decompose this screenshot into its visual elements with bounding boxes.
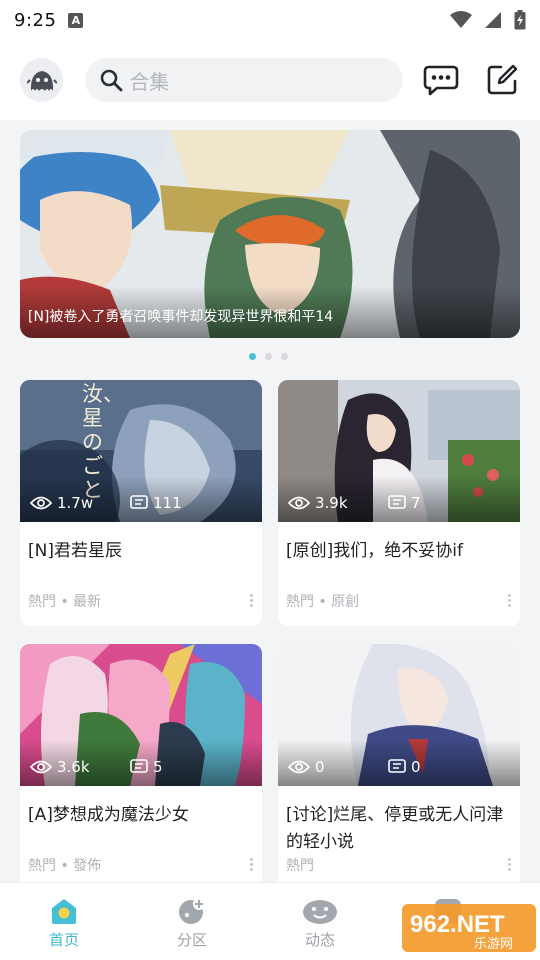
- search-placeholder: 合集: [129, 69, 170, 94]
- edit-icon: [487, 64, 518, 95]
- comments-stat: 5: [130, 758, 163, 776]
- top-header: 合集: [0, 40, 540, 120]
- comments-count: 7: [411, 494, 421, 512]
- card-cover: 0 0: [278, 644, 520, 786]
- comment-icon: [130, 495, 148, 509]
- card-tags: 熱門: [286, 858, 314, 874]
- carousel-dot[interactable]: [265, 353, 272, 360]
- card-title: [A]梦想成为魔法少女: [28, 805, 189, 825]
- category-icon: [179, 898, 205, 924]
- eye-icon: [288, 760, 310, 774]
- notification-a-icon: A: [68, 12, 84, 28]
- compose-button[interactable]: [485, 62, 520, 98]
- card-stats: 3.9k 7: [288, 494, 510, 512]
- comments-stat: 111: [130, 494, 182, 512]
- card-stats: 1.7w 111: [30, 494, 252, 512]
- card-title: [N]君若星辰: [28, 541, 122, 561]
- comments-stat: 7: [388, 494, 421, 512]
- status-bar: 9:25 A: [0, 0, 540, 40]
- nav-category[interactable]: 分区: [128, 883, 256, 960]
- search-input[interactable]: 合集: [85, 58, 403, 102]
- more-options-icon[interactable]: [250, 858, 254, 871]
- views-count: 3.6k: [57, 758, 90, 776]
- nav-home[interactable]: 首页: [0, 883, 128, 960]
- carousel-dot[interactable]: [249, 353, 256, 360]
- more-options-icon[interactable]: [508, 594, 512, 607]
- eye-icon: [288, 496, 310, 510]
- card-cover: 3.9k 7: [278, 380, 520, 522]
- status-icons: [450, 10, 526, 30]
- search-icon: [101, 69, 123, 92]
- card-meta: 熱門 • 最新: [20, 592, 262, 626]
- ghost-avatar-icon: [26, 71, 57, 91]
- card-title: [原创]我们，绝不妥协if: [286, 541, 463, 561]
- views-stat: 0: [288, 758, 388, 776]
- nav-feed[interactable]: 动态: [256, 883, 384, 960]
- messages-button[interactable]: [423, 62, 459, 98]
- banner-carousel[interactable]: [N]被卷入了勇者召唤事件却发现异世界很和平14: [20, 130, 520, 338]
- site-watermark: 962.NET 乐游网: [402, 904, 536, 952]
- signal-icon: [485, 12, 501, 28]
- wifi-icon: [450, 11, 472, 28]
- comments-stat: 0: [388, 758, 421, 776]
- views-stat: 1.7w: [30, 494, 130, 512]
- watermark-logo-icon: 962.NET 乐游网: [402, 904, 536, 952]
- views-count: 3.9k: [315, 494, 348, 512]
- comments-count: 111: [153, 494, 182, 512]
- chat-bubble-icon: [423, 65, 458, 96]
- post-card[interactable]: 3.9k 7 [原创]我们，绝不妥协if 熱門 • 原創: [278, 380, 520, 626]
- avatar[interactable]: [20, 58, 64, 102]
- nav-label: 动态: [304, 931, 335, 949]
- card-tags: 熱門 • 發佈: [28, 858, 102, 874]
- card-cover: 3.6k 5: [20, 644, 262, 786]
- post-card[interactable]: 3.6k 5 [A]梦想成为魔法少女 熱門 • 發佈: [20, 644, 262, 890]
- nav-label: 首页: [48, 931, 79, 949]
- more-options-icon[interactable]: [250, 594, 254, 607]
- card-stats: 3.6k 5: [30, 758, 252, 776]
- post-card[interactable]: 0 0 [讨论]烂尾、停更或无人问津的轻小说 熱門: [278, 644, 520, 890]
- card-meta: 熱門 • 原創: [278, 592, 520, 626]
- comment-icon: [388, 759, 406, 773]
- home-icon: [52, 899, 76, 924]
- views-stat: 3.9k: [288, 494, 388, 512]
- eye-icon: [30, 760, 52, 774]
- comments-count: 0: [411, 758, 421, 776]
- card-stats: 0 0: [288, 758, 510, 776]
- carousel-dot[interactable]: [281, 353, 288, 360]
- card-tags: 熱門 • 原創: [286, 594, 360, 610]
- battery-icon: [514, 10, 526, 30]
- comment-icon: [388, 495, 406, 509]
- card-title: [讨论]烂尾、停更或无人问津的轻小说: [286, 805, 504, 852]
- nav-label: 分区: [176, 931, 207, 949]
- comments-count: 5: [153, 758, 163, 776]
- carousel-indicator: [249, 353, 288, 360]
- views-stat: 3.6k: [30, 758, 130, 776]
- watermark-text: 962.NET: [410, 911, 505, 938]
- comment-icon: [130, 759, 148, 773]
- feed-icon: [303, 900, 337, 924]
- post-card[interactable]: 汝、星のごと 1.7w 111 [N]君若星辰 熱門 • 最新: [20, 380, 262, 626]
- status-time: 9:25: [14, 9, 57, 31]
- card-cover: 汝、星のごと 1.7w 111: [20, 380, 262, 522]
- views-count: 0: [315, 758, 325, 776]
- more-options-icon[interactable]: [508, 858, 512, 871]
- watermark-sub: 乐游网: [474, 937, 513, 952]
- banner-caption: [N]被卷入了勇者召唤事件却发现异世界很和平14: [20, 286, 520, 338]
- card-tags: 熱門 • 最新: [28, 594, 102, 610]
- views-count: 1.7w: [57, 494, 94, 512]
- eye-icon: [30, 496, 52, 510]
